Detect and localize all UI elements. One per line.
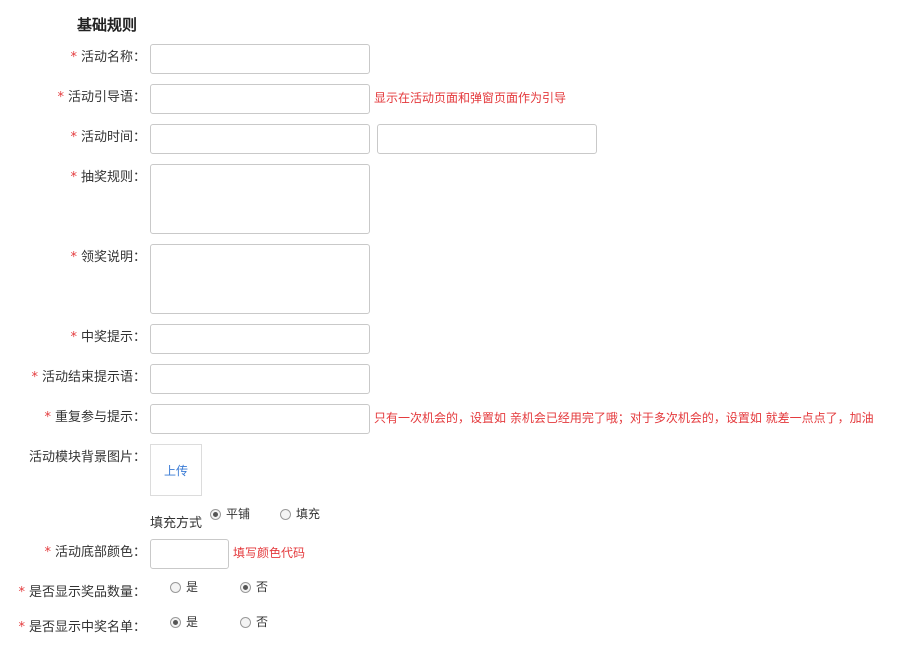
radio-unchecked-icon[interactable] [280,508,291,520]
label-activity-name: * 活动名称： [70,50,146,65]
label-bg-image: 活动模块背景图片： [28,450,146,465]
label-lottery-rules: * 抽奖规则： [70,170,146,185]
bottom-color-hint: 填写颜色代码 [233,546,306,560]
show-winner-list-yes-label: 是 [186,615,199,629]
upload-button[interactable]: 上传 [150,444,202,496]
win-tip-input[interactable] [150,324,370,354]
section-title: 基础规则 [77,16,138,34]
repeat-tip-input[interactable] [150,404,370,434]
lottery-rules-textarea[interactable] [150,164,370,234]
radio-checked-icon[interactable] [170,616,181,628]
label-activity-time: * 活动时间： [70,130,146,145]
label-claim-instructions: * 领奖说明： [70,250,146,265]
label-end-tip: * 活动结束提示语： [31,370,146,385]
radio-unchecked-icon[interactable] [240,616,251,628]
label-bottom-color: * 活动底部颜色： [44,545,146,560]
radio-checked-icon[interactable] [210,508,221,520]
fill-mode-label: 填充方式 [150,516,203,531]
label-repeat-tip: * 重复参与提示： [44,410,146,425]
fill-mode-option-tile[interactable]: 平铺 [210,507,250,521]
show-prize-count-yes-label: 是 [186,580,199,594]
label-show-winner-list: * 是否显示中奖名单： [18,620,146,635]
activity-guide-hint: 显示在活动页面和弹窗页面作为引导 [374,91,567,105]
show-prize-count-yes[interactable]: 是 [170,580,198,594]
show-winner-list-no[interactable]: 否 [240,615,268,629]
fill-mode-fill-label: 填充 [296,507,321,521]
activity-guide-input[interactable] [150,84,370,114]
activity-start-time-input[interactable] [150,124,370,154]
show-winner-list-no-label: 否 [256,615,269,629]
label-win-tip: * 中奖提示： [70,330,146,345]
show-prize-count-no-label: 否 [256,580,269,594]
fill-mode-option-fill[interactable]: 填充 [280,507,320,521]
radio-unchecked-icon[interactable] [170,581,181,593]
claim-instructions-textarea[interactable] [150,244,370,314]
repeat-tip-hint: 只有一次机会的，设置如 亲机会已经用完了哦；对于多次机会的，设置如 就差一点点了… [374,411,874,425]
activity-end-time-input[interactable] [377,124,597,154]
bottom-color-input[interactable] [150,539,229,569]
radio-checked-icon[interactable] [240,581,251,593]
activity-name-input[interactable] [150,44,370,74]
fill-mode-tile-label: 平铺 [226,507,251,521]
label-show-prize-count: * 是否显示奖品数量： [18,585,146,600]
end-tip-input[interactable] [150,364,370,394]
show-prize-count-no[interactable]: 否 [240,580,268,594]
show-winner-list-yes[interactable]: 是 [170,615,198,629]
label-activity-guide: * 活动引导语： [57,90,146,105]
